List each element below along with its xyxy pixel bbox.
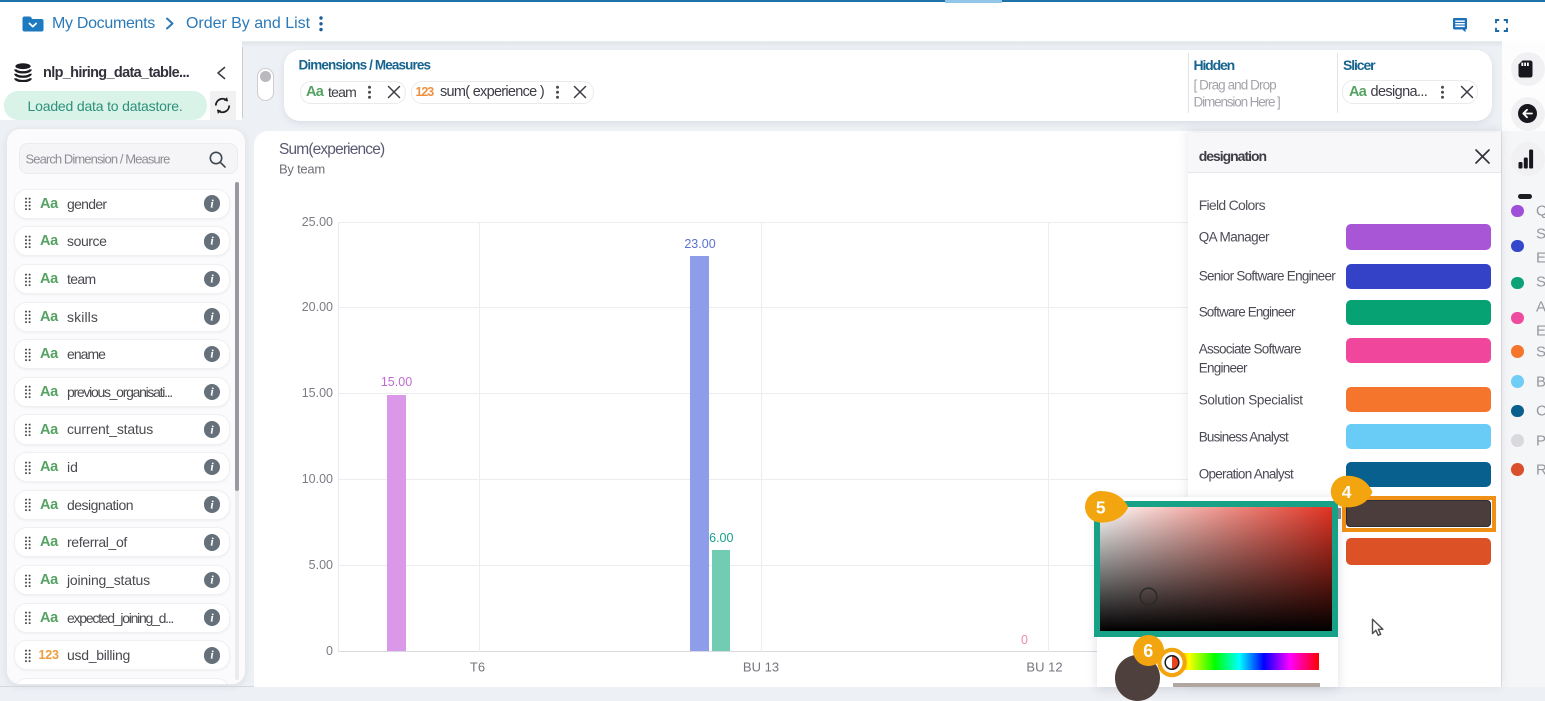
svg-text:6: 6 xyxy=(1143,641,1153,661)
svg-text:5: 5 xyxy=(1096,497,1106,517)
svg-text:4: 4 xyxy=(1342,482,1352,502)
